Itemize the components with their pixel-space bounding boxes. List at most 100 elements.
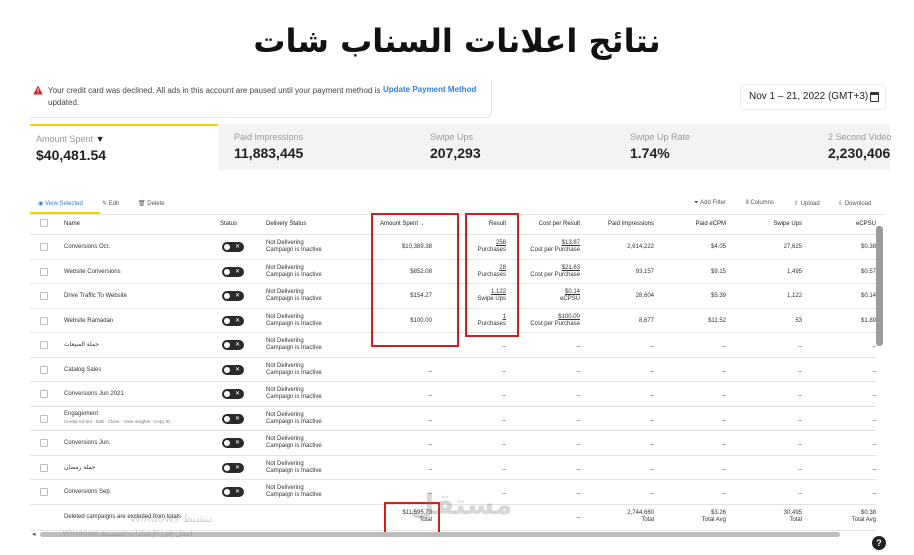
campaign-name[interactable]: حملة المبيعات: [64, 342, 99, 349]
status-toggle[interactable]: ✕: [222, 340, 244, 350]
status-toggle[interactable]: ✕: [222, 462, 244, 473]
campaign-name[interactable]: Catalog Sales: [64, 367, 101, 374]
add-filter-button[interactable]: ⏷ Add Filter: [694, 200, 726, 207]
cost-per-result[interactable]: $0.14: [520, 289, 580, 296]
metric-label: Swipe Ups: [430, 132, 474, 142]
upload-icon: ⇧: [794, 201, 800, 207]
col-paid-impressions[interactable]: Paid Impressions: [590, 221, 654, 228]
delivery-status: Not Delivering: [266, 240, 304, 246]
swipe-ups: –: [798, 466, 802, 473]
select-all-checkbox[interactable]: [40, 219, 48, 227]
row-checkbox[interactable]: [40, 243, 48, 251]
status-toggle[interactable]: ✕: [222, 291, 244, 301]
col-swipe-ups[interactable]: Swipe Ups: [742, 221, 802, 228]
col-paid-ecpm[interactable]: Paid eCPM: [666, 221, 726, 228]
view-selected-button[interactable]: ◉ View Selected: [38, 200, 83, 207]
help-icon[interactable]: ?: [872, 536, 886, 550]
campaign-name[interactable]: Conversions Jun.: [64, 440, 110, 447]
metric-amount-spent[interactable]: Amount Spent ▼ $40,481.54: [30, 124, 218, 170]
delivery-reason: Campaign is Inactive: [266, 320, 322, 327]
cost-per-result: –: [576, 491, 580, 497]
row-checkbox[interactable]: [40, 316, 48, 325]
status-toggle[interactable]: ✕: [222, 364, 244, 375]
ecpsu: –: [872, 368, 876, 375]
slide-title: نتائج اعلانات السناب شات: [253, 22, 661, 60]
download-button[interactable]: ⇩ Download: [838, 200, 871, 207]
campaign-name[interactable]: Engagement: [64, 411, 98, 418]
campaign-name[interactable]: Drive Traffic To Website: [64, 293, 127, 300]
table-row[interactable]: Engagement Create Ad Set · Edit · Clone ·…: [30, 407, 876, 431]
cost-per-result: –: [576, 466, 580, 473]
table-row[interactable]: Conversions Jun. ✕ Not Delivering Campaign …: [30, 431, 876, 456]
columns-icon: ⦀: [746, 200, 749, 206]
campaign-name[interactable]: Conversions Jun 2021: [64, 391, 124, 398]
campaign-name[interactable]: حملة رمضان: [64, 465, 96, 472]
total-impressions-label: Total: [641, 516, 654, 523]
upload-button[interactable]: ⇧ Upload: [794, 200, 820, 207]
campaign-name[interactable]: Website Conversions: [64, 269, 121, 276]
row-checkbox[interactable]: [40, 390, 48, 398]
metric-swipe-up-rate[interactable]: Swipe Up Rate 1.74%: [630, 124, 780, 170]
campaign-name[interactable]: Conversions Oct.: [64, 244, 110, 251]
row-checkbox[interactable]: [40, 488, 48, 496]
status-toggle[interactable]: ✕: [222, 389, 244, 399]
row-checkbox[interactable]: [40, 414, 48, 423]
status-toggle[interactable]: ✕: [222, 487, 244, 497]
campaign-name[interactable]: Website Ramadan: [64, 318, 113, 325]
col-delivery-status[interactable]: Delivery Status: [266, 221, 306, 228]
swipe-ups: 1,495: [786, 268, 802, 275]
delivery-reason: Campaign is Inactive: [266, 296, 322, 302]
delivery-status: Not Delivering: [266, 411, 304, 418]
metric-label: Swipe Up Rate: [630, 132, 691, 142]
row-checkbox[interactable]: [40, 463, 48, 472]
metric-paid-impressions[interactable]: Paid Impressions 11,883,445: [234, 124, 414, 170]
row-checkbox[interactable]: [40, 292, 48, 300]
metric-2-second-video[interactable]: 2 Second Video 2,230,406: [800, 124, 891, 170]
table-row[interactable]: Conversions Jun 2021 ✕ Not Delivering Campa…: [30, 382, 876, 407]
table-row[interactable]: Catalog Sales ✕ Not Delivering Campaign is …: [30, 358, 876, 382]
col-status[interactable]: Status: [220, 221, 237, 228]
cost-per-result[interactable]: $21.63: [520, 265, 580, 272]
row-checkbox[interactable]: [40, 365, 48, 374]
campaign-name[interactable]: Conversions Sep.: [64, 489, 111, 496]
cost-per-result[interactable]: $100.00: [520, 314, 580, 321]
update-payment-link[interactable]: Update Payment Method: [383, 85, 476, 94]
status-toggle[interactable]: ✕: [222, 266, 244, 277]
row-checkbox[interactable]: [40, 439, 48, 447]
close-icon: ✕: [235, 244, 241, 250]
row-checkbox[interactable]: [40, 341, 48, 349]
swipe-ups: –: [798, 491, 802, 497]
paid-impressions: –: [650, 393, 654, 399]
columns-button[interactable]: ⦀ Columns: [746, 200, 774, 207]
row-actions[interactable]: Create Ad Set · Edit · Clone · View Insi…: [64, 418, 170, 425]
status-toggle[interactable]: ✕: [222, 242, 244, 252]
close-icon: ✕: [235, 293, 241, 299]
col-cost-per-result[interactable]: Cost per Result: [520, 221, 580, 228]
paid-ecpm: –: [722, 393, 726, 399]
result-value: –: [502, 417, 506, 424]
delete-button[interactable]: 🗑 Delete: [138, 200, 165, 207]
status-toggle[interactable]: ✕: [222, 315, 244, 326]
result-value: –: [502, 393, 506, 399]
table-row[interactable]: حملة رمضان ✕ Not Delivering Campaign is Ina…: [30, 456, 876, 480]
col-ecpsu[interactable]: eCPSU: [830, 221, 876, 228]
total-ecpm: $3.26: [710, 509, 726, 516]
payment-alert: Your credit card was declined. All ads i…: [30, 80, 492, 118]
total-cost-per-result: –: [576, 514, 580, 521]
date-range-picker[interactable]: Nov 1 – 21, 2022 (GMT+3): [740, 84, 886, 110]
metric-swipe-ups[interactable]: Swipe Ups 207,293: [430, 124, 610, 170]
col-name[interactable]: Name: [64, 221, 80, 228]
amount-spent: –: [428, 442, 432, 448]
vertical-scrollbar[interactable]: [876, 226, 883, 346]
edit-button[interactable]: ✎ Edit: [102, 200, 119, 207]
paid-impressions: –: [650, 466, 654, 473]
swipe-ups: 27,625: [783, 244, 802, 250]
status-toggle[interactable]: ✕: [222, 438, 244, 448]
row-checkbox[interactable]: [40, 267, 48, 276]
scroll-left-icon[interactable]: ◂: [32, 530, 36, 538]
delivery-reason: Campaign is Inactive: [266, 492, 322, 498]
cost-per-result[interactable]: $13.87: [520, 240, 580, 247]
status-toggle[interactable]: ✕: [222, 413, 244, 424]
delivery-reason: Campaign is Inactive: [266, 418, 322, 425]
delivery-reason: Campaign is Inactive: [266, 247, 322, 253]
